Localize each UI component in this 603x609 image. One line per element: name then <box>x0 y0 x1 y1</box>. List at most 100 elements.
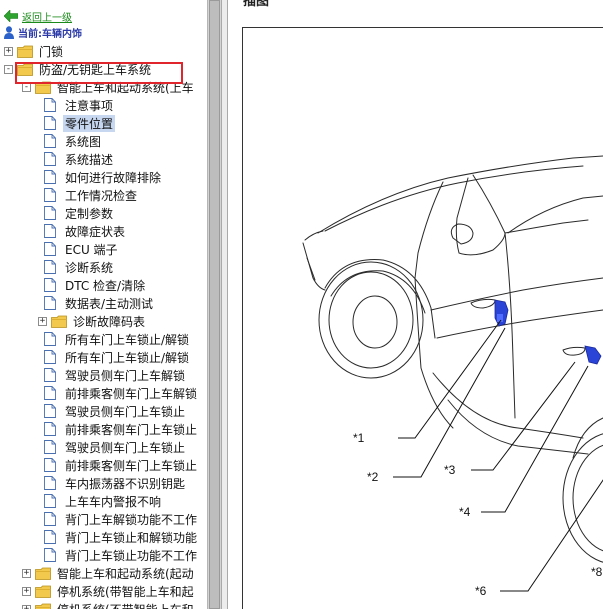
folder-icon <box>35 567 51 580</box>
tree-node-label[interactable]: 故障症状表 <box>63 223 127 240</box>
tree-node-label[interactable]: 停机系统(不带智能上车和 <box>55 601 196 609</box>
tree-node-label[interactable]: 诊断系统 <box>63 259 115 276</box>
tree-node-label[interactable]: 定制参数 <box>63 205 115 222</box>
tree-leaf-node[interactable]: 车内振荡器不识别钥匙 <box>44 474 187 492</box>
tree-leaf-node[interactable]: 驾驶员侧车门上车解锁 <box>44 366 187 384</box>
document-page-icon <box>44 476 56 490</box>
tree-folder-node[interactable]: + 智能上车和起动系统(起动 <box>22 564 196 582</box>
expand-toggle[interactable]: + <box>22 568 31 578</box>
document-page-icon <box>44 404 56 418</box>
document-page-icon <box>44 494 56 508</box>
current-location-icon <box>4 25 14 39</box>
door-handle-antenna-rear-icon <box>584 345 602 365</box>
tree-scrollbar-thumb[interactable] <box>209 0 220 609</box>
tree-node-label[interactable]: 停机系统(带智能上车和起 <box>55 583 196 600</box>
document-page-icon <box>44 134 56 148</box>
callout-3: *3 <box>444 463 456 477</box>
tree-leaf-node[interactable]: 所有车门上车锁止/解锁 <box>44 330 191 348</box>
document-page-icon <box>44 332 56 346</box>
tree-node-label[interactable]: 系统图 <box>63 133 103 150</box>
tree-leaf-node[interactable]: 所有车门上车锁止/解锁 <box>44 348 191 366</box>
document-page-icon <box>44 512 56 526</box>
tree-leaf-node[interactable]: 诊断系统 <box>44 258 115 276</box>
tree-leaf-node[interactable]: 注意事项 <box>44 96 115 114</box>
expand-toggle[interactable]: + <box>22 604 31 609</box>
tree-leaf-node[interactable]: 系统描述 <box>44 150 115 168</box>
tree-leaf-node[interactable]: 工作情况检查 <box>44 186 139 204</box>
tree-leaf-node[interactable]: ECU 端子 <box>44 240 120 258</box>
document-page-icon <box>44 188 56 202</box>
tree-leaf-node[interactable]: 系统图 <box>44 132 103 150</box>
tree-node-label[interactable]: 前排乘客侧车门上车锁止 <box>63 421 199 438</box>
tree-leaf-node[interactable]: 前排乘客侧车门上车锁止 <box>44 456 199 474</box>
tree-node-label[interactable]: 车内振荡器不识别钥匙 <box>63 475 187 492</box>
tree-folder-node[interactable]: + 门锁 <box>4 42 65 60</box>
document-page-icon <box>44 458 56 472</box>
tree-node-label[interactable]: 数据表/主动测试 <box>63 295 155 312</box>
tree-node-label[interactable]: 上车车内警报不响 <box>63 493 163 510</box>
tree-node-label[interactable]: 驾驶员侧车门上车解锁 <box>63 367 187 384</box>
tree-leaf-node[interactable]: 上车车内警报不响 <box>44 492 163 510</box>
folder-icon <box>35 585 51 598</box>
tree-node-label[interactable]: 零件位置 <box>63 114 116 132</box>
tree-leaf-node[interactable]: 背门上车锁止和解锁功能 <box>44 528 199 546</box>
tree-leaf-node[interactable]: 零件位置 <box>44 114 116 132</box>
collapse-toggle[interactable]: - <box>4 64 13 74</box>
tree-node-label[interactable]: DTC 检查/清除 <box>63 277 147 294</box>
tree-leaf-node[interactable]: 故障症状表 <box>44 222 127 240</box>
tree-folder-node[interactable]: + 诊断故障码表 <box>38 312 147 330</box>
tree-leaf-node[interactable]: 前排乘客侧车门上车解锁 <box>44 384 199 402</box>
tree-node-label[interactable]: 诊断故障码表 <box>71 313 147 330</box>
document-page-icon <box>44 386 56 400</box>
tree-folder-node[interactable]: + 停机系统(带智能上车和起 <box>22 582 196 600</box>
expand-toggle[interactable]: + <box>4 46 13 56</box>
document-page-icon <box>44 242 56 256</box>
tree-scrollbar[interactable] <box>207 0 221 609</box>
expand-toggle[interactable]: + <box>38 316 47 326</box>
tree-node-label[interactable]: 注意事项 <box>63 97 115 114</box>
tree-folder-node[interactable]: + 停机系统(不带智能上车和 <box>22 600 196 609</box>
tree-node-label[interactable]: 背门上车锁止功能不工作 <box>63 547 199 564</box>
tree-leaf-node[interactable]: DTC 检查/清除 <box>44 276 147 294</box>
tree-node-label[interactable]: 前排乘客侧车门上车锁止 <box>63 457 199 474</box>
section-heading: 插图 <box>243 0 270 9</box>
document-page-icon <box>44 530 56 544</box>
back-link-label[interactable]: 返回上一级 <box>22 9 72 24</box>
back-link[interactable]: 返回上一级 <box>4 9 72 24</box>
tree-node-label[interactable]: 门锁 <box>37 43 65 60</box>
document-page-icon <box>44 548 56 562</box>
tree-node-label[interactable]: 工作情况检查 <box>63 187 139 204</box>
document-page-icon <box>44 422 56 436</box>
tree-node-label[interactable]: 所有车门上车锁止/解锁 <box>63 331 191 348</box>
callout-1: *1 <box>353 431 365 445</box>
tree-node-label[interactable]: 驾驶员侧车门上车锁止 <box>63 439 187 456</box>
tree-leaf-node[interactable]: 背门上车解锁功能不工作 <box>44 510 199 528</box>
tree-node-label[interactable]: 如何进行故障排除 <box>63 169 163 186</box>
tree-leaf-node[interactable]: 前排乘客侧车门上车锁止 <box>44 420 199 438</box>
tree-node-label[interactable]: 前排乘客侧车门上车解锁 <box>63 385 199 402</box>
tree-leaf-node[interactable]: 如何进行故障排除 <box>44 168 163 186</box>
document-page-icon <box>44 260 56 274</box>
tree-node-label[interactable]: 驾驶员侧车门上车锁止 <box>63 403 187 420</box>
tree-leaf-node[interactable]: 驾驶员侧车门上车锁止 <box>44 438 187 456</box>
tree-node-label[interactable]: 背门上车锁止和解锁功能 <box>63 529 199 546</box>
document-page-icon <box>44 440 56 454</box>
tree-leaf-node[interactable]: 定制参数 <box>44 204 115 222</box>
tree-node-label[interactable]: 所有车门上车锁止/解锁 <box>63 349 191 366</box>
folder-icon <box>35 603 51 609</box>
tree-leaf-node[interactable]: 驾驶员侧车门上车锁止 <box>44 402 187 420</box>
tree-leaf-node[interactable]: 背门上车锁止功能不工作 <box>44 546 199 564</box>
tree-node-label[interactable]: 系统描述 <box>63 151 115 168</box>
tree-node-label[interactable]: 智能上车和起动系统(起动 <box>55 565 196 582</box>
tree-node-label[interactable]: ECU 端子 <box>63 241 120 258</box>
back-arrow-icon <box>4 10 18 22</box>
document-page-icon <box>44 368 56 382</box>
navigation-tree-pane: 返回上一级 当前:车辆内饰 + 门锁 - 防盗/无钥匙上车系统 - 智能上车和起动系统(上… <box>0 0 207 609</box>
pane-splitter[interactable] <box>221 0 228 609</box>
document-page-icon <box>44 224 56 238</box>
tree-leaf-node[interactable]: 数据表/主动测试 <box>44 294 155 312</box>
tree-node-label[interactable]: 背门上车解锁功能不工作 <box>63 511 199 528</box>
document-page-icon <box>44 278 56 292</box>
folder-icon <box>51 315 67 328</box>
expand-toggle[interactable]: + <box>22 586 31 596</box>
